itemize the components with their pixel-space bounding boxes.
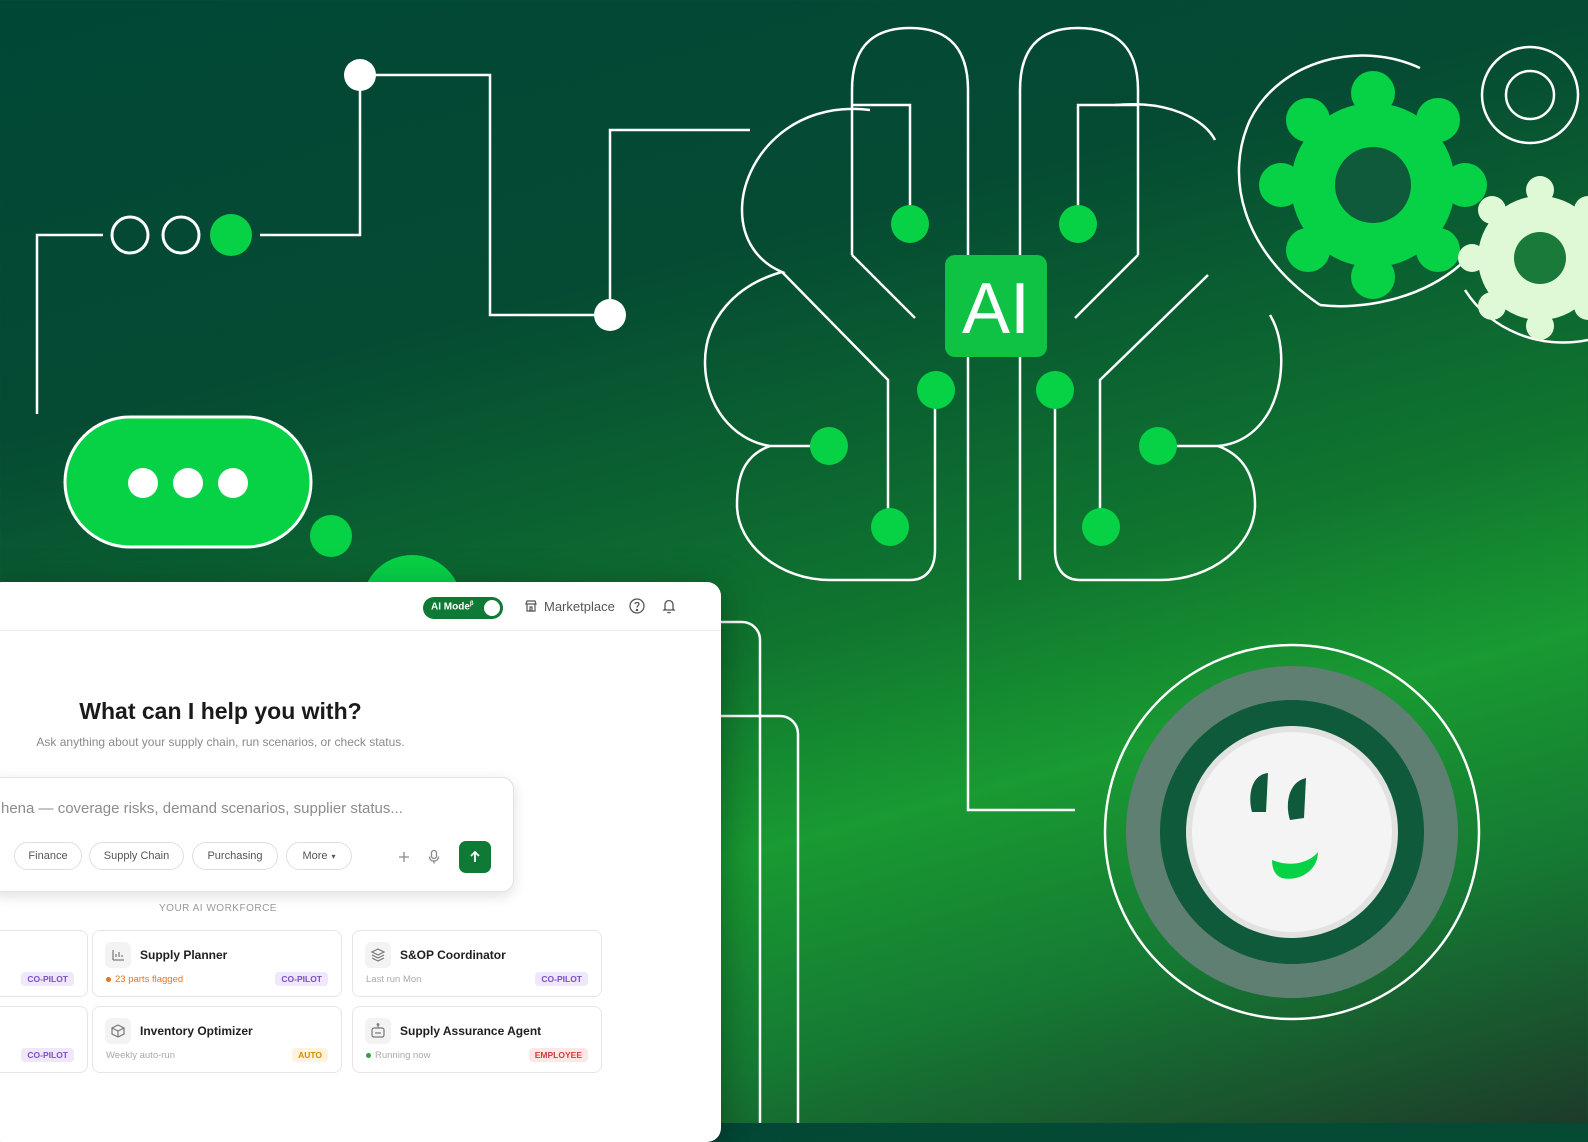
gear-icon-large xyxy=(1259,71,1487,299)
chip-purchasing-label: Purchasing xyxy=(207,850,263,862)
agent-card-inventory-optimizer[interactable]: Inventory Optimizer Weekly auto-run AUTO xyxy=(92,1006,342,1073)
workforce-section-label: YOUR AI WORKFORCE xyxy=(159,903,277,914)
bell-icon[interactable] xyxy=(660,597,678,615)
agent-card-sop-coordinator[interactable]: S&OP Coordinator Last run Mon CO-PILOT xyxy=(352,930,602,997)
prompt-input[interactable]: hena — coverage risks, demand scenarios,… xyxy=(1,800,403,817)
agent-name: Supply Planner xyxy=(140,948,228,962)
agent-badge: AUTO xyxy=(292,1048,328,1062)
microphone-icon[interactable] xyxy=(427,849,441,865)
page-subtitle: Ask anything about your supply chain, ru… xyxy=(36,735,405,749)
app-window: AI Modeβ Marketplace What can I help you… xyxy=(0,582,721,1142)
plus-icon[interactable] xyxy=(397,850,411,864)
agent-card[interactable]: CO-PILOT xyxy=(0,1006,88,1073)
chip-more-label: More xyxy=(302,850,328,862)
chip-purchasing[interactable]: Purchasing xyxy=(192,842,278,870)
marketplace-button[interactable]: Marketplace xyxy=(524,594,615,618)
agent-name: Supply Assurance Agent xyxy=(400,1024,542,1038)
agent-status: Running now xyxy=(375,1050,431,1061)
agent-badge: CO-PILOT xyxy=(275,972,328,986)
bar-chart-icon xyxy=(105,942,131,968)
agent-badge: EMPLOYEE xyxy=(528,1048,588,1062)
chip-finance[interactable]: Finance xyxy=(14,842,82,870)
status-dot xyxy=(366,1053,371,1058)
ai-badge-label: AI xyxy=(962,269,1030,349)
agent-badge: CO-PILOT xyxy=(535,972,588,986)
agent-name: S&OP Coordinator xyxy=(400,948,506,962)
chevron-down-icon: ▾ xyxy=(331,851,336,861)
ai-mode-label: AI Mode xyxy=(431,601,470,613)
agent-status: 23 parts flagged xyxy=(115,974,184,985)
layers-icon xyxy=(365,942,391,968)
agent-card[interactable]: CO-PILOT xyxy=(0,930,88,997)
arrow-up-icon xyxy=(470,850,480,862)
marketplace-label: Marketplace xyxy=(544,598,615,614)
ai-mode-toggle[interactable]: AI Modeβ xyxy=(423,597,503,619)
top-bar: AI Modeβ Marketplace xyxy=(0,582,721,631)
agent-badge: CO-PILOT xyxy=(21,1048,74,1062)
box-icon xyxy=(105,1018,131,1044)
chip-more[interactable]: More ▾ xyxy=(286,842,352,870)
page-title: What can I help you with? xyxy=(79,698,362,724)
agent-card-supply-planner[interactable]: Supply Planner 23 parts flagged CO-PILOT xyxy=(92,930,342,997)
robot-icon xyxy=(365,1018,391,1044)
help-icon[interactable] xyxy=(628,597,646,615)
agent-status: Weekly auto-run xyxy=(106,1050,175,1061)
prompt-box: hena — coverage risks, demand scenarios,… xyxy=(0,777,514,892)
store-icon xyxy=(525,600,537,612)
agent-status: Last run Mon xyxy=(366,974,422,985)
ai-mode-sup: β xyxy=(469,601,474,607)
agent-card-supply-assurance[interactable]: Supply Assurance Agent Running now EMPLO… xyxy=(352,1006,602,1073)
agent-badge: CO-PILOT xyxy=(21,972,74,986)
send-button[interactable] xyxy=(459,841,491,873)
agent-name: Inventory Optimizer xyxy=(140,1024,253,1038)
status-dot xyxy=(106,977,111,982)
toggle-knob xyxy=(484,600,500,616)
chip-supply-chain[interactable]: Supply Chain xyxy=(89,842,184,870)
